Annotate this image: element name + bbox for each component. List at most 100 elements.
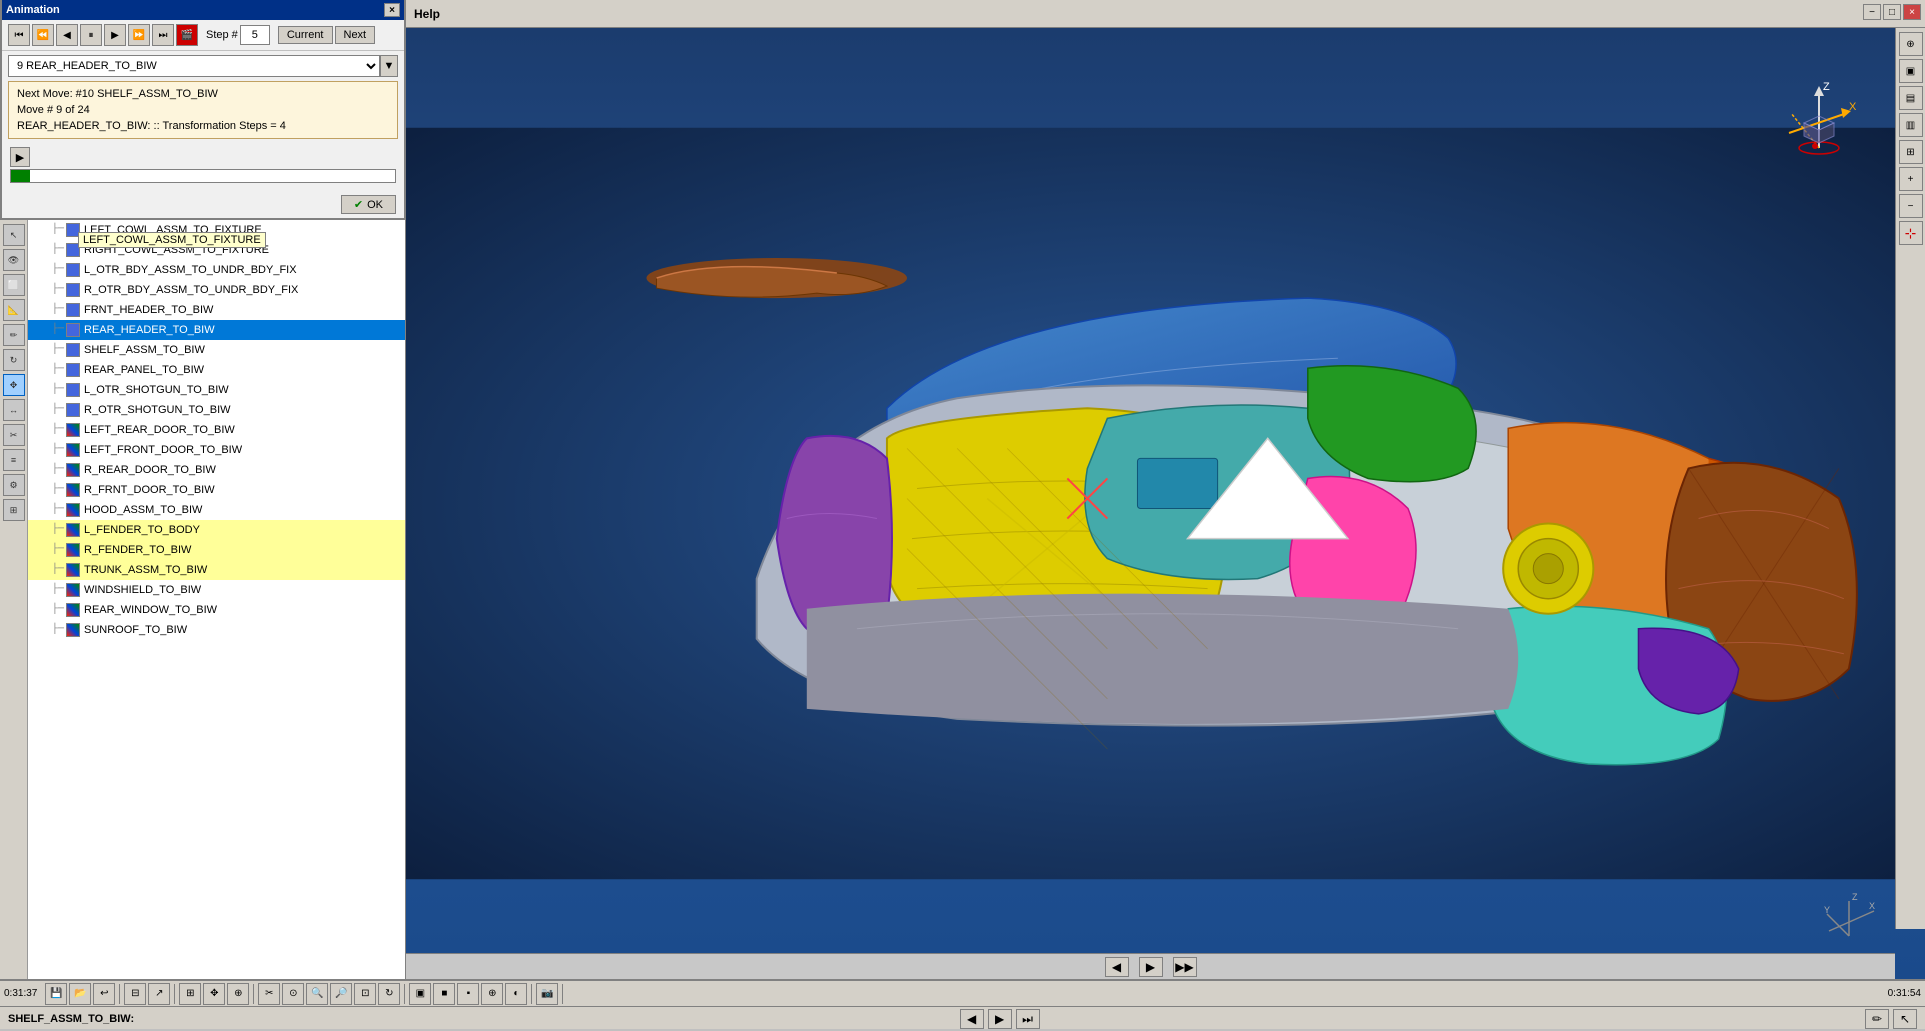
view-top-button[interactable]: ▤: [1899, 86, 1923, 110]
tree-item[interactable]: ├─REAR_WINDOW_TO_BIW: [28, 600, 405, 620]
anim-prev-fast-button[interactable]: ⏪: [32, 24, 54, 46]
tb-open-button[interactable]: 📂: [69, 983, 91, 1005]
bottom-next-button[interactable]: ⏭: [1016, 1009, 1040, 1029]
tree-item[interactable]: ├─TRUNK_ASSM_TO_BIW: [28, 560, 405, 580]
tb-camera-button[interactable]: 📷: [536, 983, 558, 1005]
anim-prev-button[interactable]: ◀: [56, 24, 78, 46]
bottom-cursor-button[interactable]: ↖: [1893, 1009, 1917, 1029]
tree-item[interactable]: ├─RIGHT_COWL_ASSM_TO_FIXTURE: [28, 240, 405, 260]
tree-item[interactable]: ├─HOOD_ASSM_TO_BIW: [28, 500, 405, 520]
zoom-out-button[interactable]: −: [1899, 194, 1923, 218]
tb-rotate-button[interactable]: ↻: [378, 983, 400, 1005]
tree-item[interactable]: ├─L_FENDER_TO_BODY: [28, 520, 405, 540]
tree-item[interactable]: ├─R_REAR_DOOR_TO_BIW: [28, 460, 405, 480]
wheel-yellow: [1503, 524, 1593, 614]
tb-shade-button[interactable]: ■: [433, 983, 455, 1005]
tree-item[interactable]: ├─R_FRNT_DOOR_TO_BIW: [28, 480, 405, 500]
tb-orient-button[interactable]: ⊕: [481, 983, 503, 1005]
prev-play-button[interactable]: ◀: [1105, 957, 1129, 977]
tree-item[interactable]: ├─R_OTR_SHOTGUN_TO_BIW: [28, 400, 405, 420]
rotate-tool-button[interactable]: ↻: [3, 349, 25, 371]
layer-tool-button[interactable]: ≡: [3, 449, 25, 471]
ok-button[interactable]: ✔ OK: [341, 195, 396, 214]
car-viewport[interactable]: Z X Z X: [406, 28, 1909, 979]
bottom-prev-button[interactable]: ◀: [960, 1009, 984, 1029]
tb-wire-button[interactable]: ▣: [409, 983, 431, 1005]
tb-shade2-button[interactable]: ▪: [457, 983, 479, 1005]
view-tool-button[interactable]: 👁: [3, 249, 25, 271]
tree-item[interactable]: ├─R_FENDER_TO_BIW: [28, 540, 405, 560]
analysis-tool-button[interactable]: ⚙: [3, 474, 25, 496]
move-dropdown-arrow[interactable]: ▼: [380, 55, 398, 77]
tb-zoom-in-button[interactable]: 🔎: [330, 983, 352, 1005]
bottom-edit-button[interactable]: ✏: [1865, 1009, 1889, 1029]
progress-bar-fill: [11, 170, 30, 182]
dialog-close-button[interactable]: ×: [384, 3, 400, 17]
select-tool-button[interactable]: ↖: [3, 224, 25, 246]
tree-item[interactable]: ├─SHELF_ASSM_TO_BIW: [28, 340, 405, 360]
window-min-button[interactable]: −: [1863, 4, 1881, 20]
main-viewport[interactable]: Help: [406, 0, 1925, 979]
anim-first-button[interactable]: ⏮: [8, 24, 30, 46]
anim-next-button[interactable]: ▶: [104, 24, 126, 46]
info-panel: Next Move: #10 SHELF_ASSM_TO_BIW Move # …: [8, 81, 398, 139]
step-input[interactable]: [240, 25, 270, 45]
tree-item[interactable]: ├─FRNT_HEADER_TO_BIW: [28, 300, 405, 320]
tree-item[interactable]: ├─L_OTR_SHOTGUN_TO_BIW: [28, 380, 405, 400]
axis-svg: Z X: [1779, 78, 1859, 158]
clip-tool-button[interactable]: ✂: [3, 424, 25, 446]
play-button[interactable]: ▶: [1139, 957, 1163, 977]
scale-tool-button[interactable]: ↔: [3, 399, 25, 421]
tree-item[interactable]: ├─REAR_HEADER_TO_BIW: [28, 320, 405, 340]
tb-light-button[interactable]: ◐: [505, 983, 527, 1005]
tree-item[interactable]: ├─LEFT_FRONT_DOOR_TO_BIW: [28, 440, 405, 460]
measure-tool-button[interactable]: 📐: [3, 299, 25, 321]
tree-item[interactable]: ├─SUNROOF_TO_BIW: [28, 620, 405, 640]
tb-zoom-out-button[interactable]: 🔍: [306, 983, 328, 1005]
tb-cut-button[interactable]: ✂: [258, 983, 280, 1005]
tree-item[interactable]: ├─REAR_PANEL_TO_BIW: [28, 360, 405, 380]
tb-snap-button[interactable]: ⊟: [124, 983, 146, 1005]
tree-item-label: L_OTR_BDY_ASSM_TO_UNDR_BDY_FIX: [84, 261, 297, 279]
edit-tool-button[interactable]: ✏: [3, 324, 25, 346]
tree-item[interactable]: ├─LEFT_REAR_DOOR_TO_BIW: [28, 420, 405, 440]
anim-next-fast-button[interactable]: ⏩: [128, 24, 150, 46]
window-restore-button[interactable]: □: [1883, 4, 1901, 20]
tree-item[interactable]: ├─R_OTR_BDY_ASSM_TO_UNDR_BDY_FIX: [28, 280, 405, 300]
current-button[interactable]: Current: [278, 26, 333, 44]
move-select[interactable]: 9 REAR_HEADER_TO_BIW: [8, 55, 380, 77]
window-close-button[interactable]: ×: [1903, 4, 1921, 20]
view-orient-button[interactable]: ⊕: [1899, 32, 1923, 56]
view-right-button[interactable]: ▥: [1899, 113, 1923, 137]
bottom-play-button[interactable]: ▶: [988, 1009, 1012, 1029]
tb-group-button[interactable]: ⊕: [227, 983, 249, 1005]
dialog-titlebar: Animation ×: [2, 0, 404, 20]
zoom-in-button[interactable]: +: [1899, 167, 1923, 191]
anim-record-button[interactable]: 🎬: [176, 24, 198, 46]
anim-pause-button[interactable]: ⏸: [80, 24, 102, 46]
view-front-button[interactable]: ▣: [1899, 59, 1923, 83]
zoom-tool-button[interactable]: ⬜: [3, 274, 25, 296]
tree-item[interactable]: ├─WINDSHIELD_TO_BIW: [28, 580, 405, 600]
next-button[interactable]: Next: [335, 26, 376, 44]
tb-move2-button[interactable]: ✥: [203, 983, 225, 1005]
tb-fit-button[interactable]: ⊡: [354, 983, 376, 1005]
tb-save-button[interactable]: 💾: [45, 983, 67, 1005]
next-play-button[interactable]: ▶▶: [1173, 957, 1197, 977]
tb-back-button[interactable]: ↩: [93, 983, 115, 1005]
tree-connector: ├─: [52, 561, 64, 579]
move-tool-button[interactable]: ✥: [3, 374, 25, 396]
tb-select-button[interactable]: ↗: [148, 983, 170, 1005]
anim-last-button[interactable]: ⏭: [152, 24, 174, 46]
fit-all-button[interactable]: ⊞: [1899, 140, 1923, 164]
item-color-box: [66, 243, 80, 257]
tb-grid-button[interactable]: ⊞: [179, 983, 201, 1005]
tb-copy-button[interactable]: ⊙: [282, 983, 304, 1005]
tree-item[interactable]: ├─L_OTR_BDY_ASSM_TO_UNDR_BDY_FIX: [28, 260, 405, 280]
cursor-button[interactable]: ⊹: [1899, 221, 1923, 245]
tree-item[interactable]: ├─LEFT_COWL_ASSM_TO_FIXTURE: [28, 220, 405, 240]
sep6: [562, 984, 563, 1004]
tree-connector: ├─: [52, 541, 64, 559]
extra-tool-button[interactable]: ⊞: [3, 499, 25, 521]
step-label: Step #: [206, 29, 238, 41]
